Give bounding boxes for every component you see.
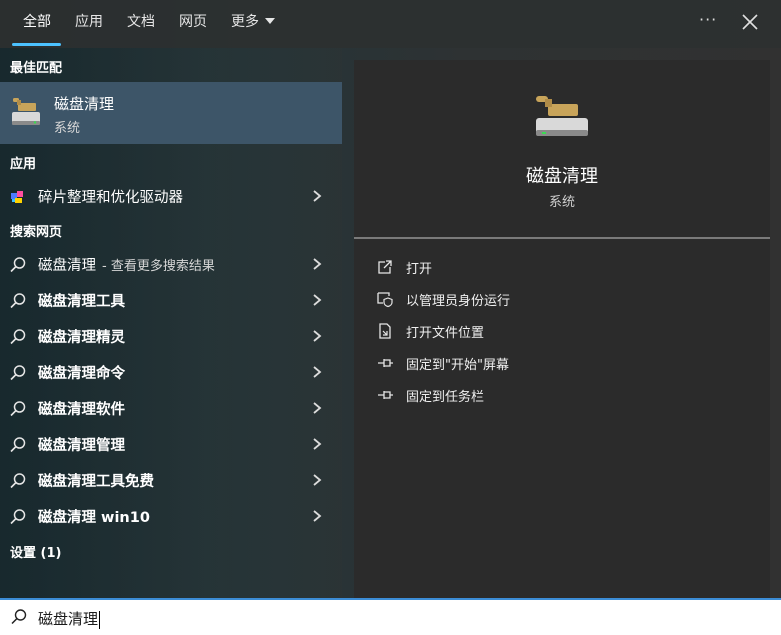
preview-title: 磁盘清理 [526,166,598,187]
search-input-value: 磁盘清理 [38,610,99,628]
web-result[interactable]: 磁盘清理精灵 [0,318,342,354]
tab-all[interactable]: 全部 [23,12,51,32]
preview-subtitle: 系统 [548,195,575,210]
chevron-right-icon[interactable] [311,473,323,487]
search-icon [11,609,27,625]
action-open-file-location-label: 打开文件位置 [406,326,485,341]
disk-cleanup-icon [12,98,40,125]
web-result[interactable]: 磁盘清理工具免费 [0,462,342,498]
search-icon [10,473,26,489]
search-icon [10,329,26,345]
web-result[interactable]: 磁盘清理工具 [0,282,342,318]
search-box[interactable]: 磁盘清理 [0,598,781,635]
active-tab-indicator [12,43,61,46]
text-cursor [99,610,101,629]
pin-icon [378,359,393,367]
preview-pane: 磁盘清理 系统 打开 以管理员身份运行 打开文件位置 固定到"开始"屏幕 固定到… [354,60,770,598]
web-result-query: 磁盘清理 [38,258,96,274]
app-result-defrag[interactable]: 碎片整理和优化驱动器 [0,178,342,214]
web-result[interactable]: 磁盘清理命令 [0,354,342,390]
open-icon [378,260,392,274]
web-result-label: 磁盘清理管理 [38,438,125,454]
search-icon [10,401,26,417]
search-icon [10,365,26,381]
search-icon [10,509,26,525]
tab-documents[interactable]: 文档 [127,12,155,32]
chevron-right-icon[interactable] [311,365,323,379]
more-options-icon[interactable]: ··· [699,10,717,29]
pin-icon [378,391,393,399]
chevron-right-icon[interactable] [311,401,323,415]
search-icon [10,257,26,273]
best-match-title: 磁盘清理 [54,95,115,113]
close-icon[interactable] [740,12,760,32]
disk-cleanup-icon [536,96,588,136]
apps-heading: 应用 [10,157,37,172]
chevron-right-icon[interactable] [311,257,323,271]
run-as-admin-icon [377,292,393,308]
tab-web[interactable]: 网页 [179,12,207,32]
action-run-as-admin-label: 以管理员身份运行 [406,294,511,309]
app-result-label: 碎片整理和优化驱动器 [38,190,183,206]
web-result-label: 磁盘清理工具 [38,294,125,310]
web-result-label: 磁盘清理 win10 [38,510,150,526]
tab-apps[interactable]: 应用 [75,12,103,32]
filter-tab-bar: 全部 应用 文档 网页 更多 ··· [0,0,781,48]
action-pin-to-start-label: 固定到"开始"屏幕 [406,358,509,373]
file-location-icon [379,323,391,339]
web-result[interactable]: 磁盘清理 - 查看更多搜索结果 [0,246,342,282]
web-result[interactable]: 磁盘清理软件 [0,390,342,426]
settings-heading[interactable]: 设置 (1) [10,542,61,561]
action-pin-to-taskbar-label: 固定到任务栏 [406,390,485,405]
web-result-label: 磁盘清理精灵 [38,330,125,346]
chevron-right-icon[interactable] [311,437,323,451]
defrag-icon [11,191,23,203]
web-result-suffix: - 查看更多搜索结果 [102,259,215,274]
chevron-right-icon[interactable] [311,293,323,307]
preview-divider [354,237,770,239]
chevron-right-icon[interactable] [311,329,323,343]
best-match-item[interactable] [0,82,342,144]
chevron-down-icon [265,18,275,24]
web-result[interactable]: 磁盘清理管理 [0,426,342,462]
best-match-heading: 最佳匹配 [10,61,63,76]
web-result-label: 磁盘清理 - 查看更多搜索结果 [38,254,215,275]
search-input[interactable]: 磁盘清理 [38,608,101,629]
web-result[interactable]: 磁盘清理 win10 [0,498,342,534]
web-result-label: 磁盘清理工具免费 [38,474,154,490]
tab-more-label: 更多 [231,14,259,30]
search-icon [10,437,26,453]
search-icon [10,293,26,309]
tab-more[interactable]: 更多 [231,12,275,32]
web-search-heading: 搜索网页 [10,225,63,240]
web-result-label: 磁盘清理命令 [38,366,125,382]
action-open-label: 打开 [406,262,433,277]
best-match-subtitle: 系统 [54,121,81,136]
web-result-label: 磁盘清理软件 [38,402,125,418]
chevron-right-icon[interactable] [311,509,323,523]
chevron-right-icon[interactable] [311,189,323,203]
